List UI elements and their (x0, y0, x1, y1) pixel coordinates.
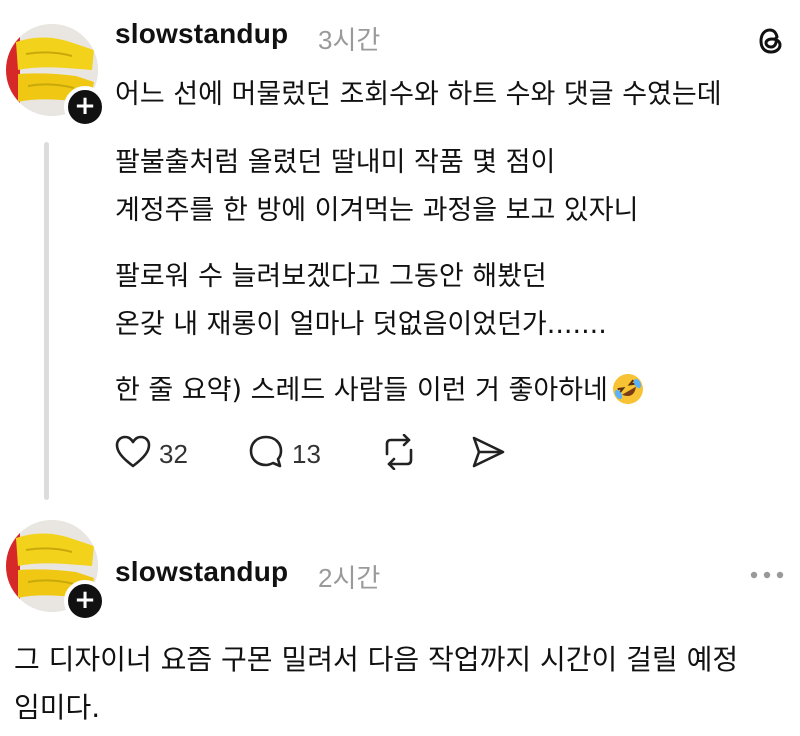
post-text-last-line: 한 줄 요약) 스레드 사람들 이런 거 좋아하네 (115, 368, 646, 407)
rolling-on-floor-laughing-emoji-icon (610, 371, 646, 407)
post-text-line: 어느 선에 머물렀던 조회수와 하트 수와 댓글 수였는데 (115, 79, 722, 110)
post-text-line: 한 줄 요약) 스레드 사람들 이런 거 좋아하네 (115, 375, 608, 406)
follow-plus-icon[interactable]: + (64, 86, 106, 128)
comment-icon (248, 434, 284, 474)
share-button[interactable] (470, 432, 506, 476)
heart-icon (115, 435, 151, 473)
send-icon (470, 434, 506, 474)
post-text-line: 팔로워 수 늘려보겠다고 그동안 해봤던 (115, 261, 547, 292)
follow-plus-icon[interactable]: + (64, 580, 106, 622)
like-count: 32 (159, 438, 188, 469)
post-text-line: 온갖 내 재롱이 얼마나 덧없음이었던가....... (115, 309, 607, 340)
username[interactable]: slowstandup (115, 18, 288, 50)
post-text-line: 계정주를 한 방에 이겨먹는 과정을 보고 있자니 (115, 195, 639, 226)
post-actions-bar: 32 13 (115, 432, 615, 476)
threads-logo-icon[interactable] (756, 26, 786, 60)
repost-icon (379, 433, 419, 474)
comment-count: 13 (292, 438, 321, 469)
like-button[interactable]: 32 (115, 432, 188, 476)
thread-post: + slowstandup 2시간 그 디자이너 요즘 구몬 밀려서 다음 작업… (0, 510, 800, 736)
timestamp: 2시간 (318, 563, 381, 593)
username[interactable]: slowstandup (115, 556, 288, 588)
thread-connector-line (44, 142, 49, 500)
comment-button[interactable]: 13 (248, 432, 321, 476)
repost-button[interactable] (379, 432, 419, 476)
timestamp: 3시간 (318, 25, 381, 55)
post-text-line: 그 디자이너 요즘 구몬 밀려서 다음 작업까지 시간이 걸릴 예정 (14, 643, 739, 676)
post-text-line: 팔불출처럼 올렸던 딸내미 작품 몇 점이 (115, 147, 556, 178)
post-text-line: 임미다. (14, 691, 101, 724)
thread-post: + slowstandup 3시간 어느 선에 머물렀던 조회수와 하트 수와 … (0, 0, 800, 510)
more-dots-icon[interactable] (750, 565, 784, 584)
